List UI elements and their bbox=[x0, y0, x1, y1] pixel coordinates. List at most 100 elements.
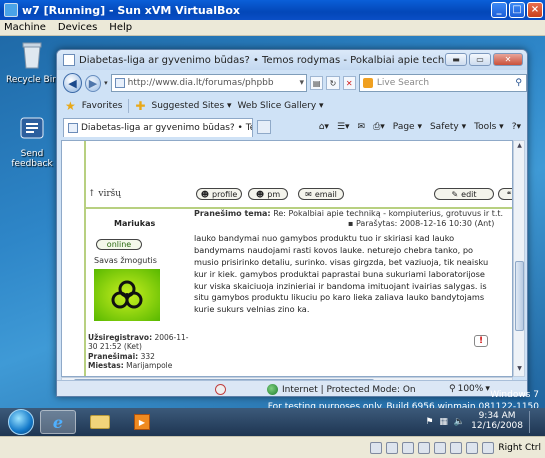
desktop-icon-recycle-bin[interactable]: Recycle Bin bbox=[2, 40, 62, 85]
ie-titlebar: Diabetas-liga ar gyvenimo būdas? • Temos… bbox=[57, 50, 527, 70]
taskbar-explorer[interactable] bbox=[82, 410, 118, 434]
tools-menu[interactable]: Tools ▾ bbox=[474, 122, 504, 132]
new-tab-button[interactable] bbox=[257, 120, 271, 134]
compatibility-icon[interactable]: ▤ bbox=[309, 76, 324, 90]
clock-date: 12/16/2008 bbox=[471, 421, 523, 431]
quote-button[interactable]: ❝ bbox=[498, 188, 512, 200]
zoom-level: 100% bbox=[457, 384, 484, 394]
tab-favicon bbox=[68, 122, 78, 133]
post-header: Pranešimo tema: Re: Pokalbiai apie techn… bbox=[194, 209, 512, 218]
safety-menu[interactable]: Safety ▾ bbox=[430, 122, 466, 132]
back-to-top-link[interactable]: ↑ viršų bbox=[88, 189, 121, 199]
usb-indicator-icon[interactable] bbox=[434, 441, 447, 454]
favorites-button[interactable]: Favorites bbox=[82, 101, 123, 111]
floppy-indicator-icon[interactable] bbox=[402, 441, 415, 454]
network-indicator-icon[interactable] bbox=[418, 441, 431, 454]
guest-desktop: Recycle Bin Send feedback Diabetas-liga … bbox=[0, 36, 545, 436]
tab-forum[interactable]: Diabetas-liga ar gyvenimo būdas? • Temos… bbox=[63, 117, 253, 137]
email-label: email bbox=[314, 189, 337, 199]
refresh-icon[interactable]: ↻ bbox=[326, 76, 340, 90]
search-placeholder: Live Search bbox=[376, 78, 430, 88]
profile-label: profile bbox=[212, 189, 238, 199]
page-menu[interactable]: Page ▾ bbox=[393, 122, 422, 132]
vbox-menubar: Machine Devices Help bbox=[0, 20, 545, 36]
suggested-sites-link[interactable]: Suggested Sites ▾ bbox=[151, 101, 231, 111]
address-dropdown-icon[interactable]: ▾ bbox=[299, 78, 304, 88]
menu-help[interactable]: Help bbox=[109, 22, 132, 33]
stop-icon[interactable]: ✕ bbox=[342, 76, 356, 90]
quote-icon: ❝ bbox=[506, 189, 512, 199]
clock[interactable]: 9:34 AM 12/16/2008 bbox=[471, 411, 523, 432]
zoom-control[interactable]: ⚲ 100% ▾ bbox=[449, 384, 490, 394]
feeds-icon[interactable]: ☰▾ bbox=[337, 122, 350, 132]
add-favorites-icon[interactable]: ✚ bbox=[135, 99, 145, 113]
show-desktop-button[interactable] bbox=[529, 411, 537, 433]
mouse-integration-icon[interactable] bbox=[466, 441, 479, 454]
favorites-bar: ★ Favorites ✚ Suggested Sites ▾ Web Slic… bbox=[57, 96, 527, 116]
taskbar-media-player[interactable]: ▶ bbox=[124, 410, 160, 434]
ie-window: Diabetas-liga ar gyvenimo būdas? • Temos… bbox=[56, 49, 528, 397]
media-player-icon: ▶ bbox=[134, 414, 150, 430]
volume-icon[interactable]: 🔈 bbox=[454, 417, 465, 427]
profile-icon: ☻ bbox=[200, 189, 210, 199]
site-favicon bbox=[114, 78, 125, 88]
desktop-icon-label: Recycle Bin bbox=[6, 75, 58, 85]
home-icon[interactable]: ⌂▾ bbox=[319, 122, 329, 132]
ie-maximize-button[interactable]: ▭ bbox=[469, 53, 491, 66]
author-name[interactable]: Mariukas bbox=[114, 219, 155, 228]
address-bar[interactable]: http://www.dia.lt/forumas/phpbb ▾ bbox=[110, 74, 307, 92]
profile-button[interactable]: ☻ profile bbox=[196, 188, 242, 200]
feedback-icon bbox=[20, 117, 44, 139]
registered-label: Užsiregistravo: bbox=[88, 333, 153, 342]
address-text: http://www.dia.lt/forumas/phpbb bbox=[127, 78, 274, 88]
scroll-down-icon[interactable]: ▼ bbox=[515, 365, 524, 375]
web-slice-gallery-link[interactable]: Web Slice Gallery ▾ bbox=[238, 101, 324, 111]
scroll-up-icon[interactable]: ▲ bbox=[515, 142, 524, 152]
ie-close-button[interactable]: ✕ bbox=[493, 53, 523, 66]
recycle-bin-icon bbox=[22, 42, 42, 69]
ie-minimize-button[interactable]: ▬ bbox=[445, 53, 467, 66]
start-button[interactable] bbox=[8, 409, 34, 435]
post-icon: ▪ bbox=[348, 219, 354, 228]
history-dropdown[interactable]: ▾ bbox=[104, 79, 108, 87]
close-button[interactable]: × bbox=[527, 2, 543, 18]
live-search-icon bbox=[362, 78, 373, 88]
search-icon[interactable]: ⚲ bbox=[515, 78, 522, 88]
scroll-thumb[interactable] bbox=[515, 261, 524, 331]
author-stats: Užsiregistravo: 2006-11-30 21:52 (Ket) P… bbox=[88, 333, 190, 371]
menu-devices[interactable]: Devices bbox=[58, 22, 97, 33]
help-icon[interactable]: ?▾ bbox=[512, 122, 521, 132]
taskbar-ie[interactable]: e bbox=[40, 410, 76, 434]
separator bbox=[128, 99, 130, 113]
back-button[interactable]: ◀ bbox=[63, 73, 82, 93]
print-icon[interactable]: ⎙▾ bbox=[373, 122, 385, 132]
maximize-button[interactable]: □ bbox=[509, 2, 525, 18]
forum-post-area: ↑ viršų ☻ profile ☻ pm ✉ email ✎ edit ❝ … bbox=[84, 141, 512, 376]
mail-icon[interactable]: ✉ bbox=[358, 122, 366, 132]
zone-text: Internet | Protected Mode: On bbox=[282, 384, 416, 395]
report-icon[interactable]: ! bbox=[474, 335, 488, 347]
security-icon[interactable] bbox=[215, 384, 226, 395]
address-row: ◀ ▶ ▾ http://www.dia.lt/forumas/phpbb ▾ … bbox=[57, 70, 527, 96]
security-zone[interactable]: Internet | Protected Mode: On bbox=[267, 384, 416, 395]
pm-button[interactable]: ☻ pm bbox=[248, 188, 288, 200]
zoom-dropdown-icon[interactable]: ▾ bbox=[485, 384, 490, 394]
vertical-scrollbar[interactable]: ▲ ▼ bbox=[513, 140, 525, 377]
minimize-button[interactable]: _ bbox=[491, 2, 507, 18]
forward-button[interactable]: ▶ bbox=[84, 74, 102, 92]
tab-title: Diabetas-liga ar gyvenimo būdas? • Temos… bbox=[81, 122, 252, 133]
action-center-icon[interactable]: ⚑ bbox=[425, 417, 433, 427]
system-tray: ⚑ ▦ 🔈 9:34 AM 12/16/2008 bbox=[425, 408, 545, 436]
shared-folders-icon[interactable] bbox=[450, 441, 463, 454]
network-icon[interactable]: ▦ bbox=[439, 417, 448, 427]
email-button[interactable]: ✉ email bbox=[298, 188, 344, 200]
zoom-icon: ⚲ bbox=[449, 384, 456, 394]
cd-indicator-icon[interactable] bbox=[386, 441, 399, 454]
city-label: Miestas: bbox=[88, 361, 124, 371]
search-box[interactable]: Live Search ⚲ bbox=[358, 74, 527, 92]
edit-button[interactable]: ✎ edit bbox=[434, 188, 494, 200]
post-body: lauko bandymai nuo gamybos produktu tuo … bbox=[194, 233, 489, 315]
hdd-indicator-icon[interactable] bbox=[370, 441, 383, 454]
menu-machine[interactable]: Machine bbox=[4, 22, 46, 33]
desktop-icon-send-feedback[interactable]: Send feedback bbox=[2, 114, 62, 169]
